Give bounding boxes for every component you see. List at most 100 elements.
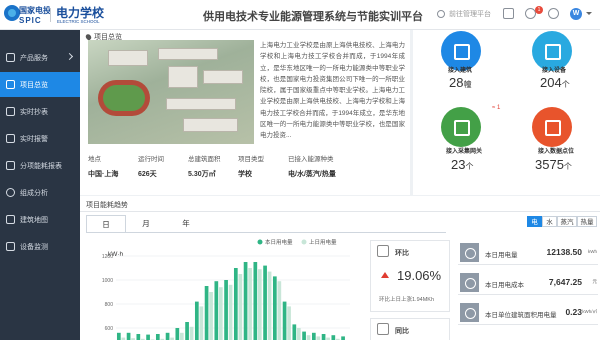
metric-label: 本日用电量	[485, 252, 518, 259]
bar-today	[341, 336, 345, 340]
bar-today	[126, 332, 131, 340]
data-point-icon[interactable]	[532, 107, 572, 147]
stat-project-type: 项目类型 学校	[238, 153, 264, 179]
card-value: 204个	[540, 75, 570, 90]
sidebar-item-device-monitor[interactable]: 设备监测	[0, 234, 80, 259]
chat-icon[interactable]	[548, 8, 559, 19]
legend-label-today: 本日用电量	[265, 238, 293, 246]
bar-today	[321, 334, 326, 340]
gateway-alarm-indicator[interactable]: ≈ 1	[492, 105, 500, 111]
lightning-icon	[460, 243, 479, 262]
bar-today	[155, 334, 160, 340]
arrow-right-circle-icon	[437, 10, 445, 18]
stat-value: 中国·上海	[88, 171, 119, 178]
stat-value: 626天	[138, 171, 157, 178]
bar-today	[253, 262, 258, 340]
card-label: 接入数据点位	[538, 149, 575, 155]
bar-today	[302, 331, 306, 340]
metric-label: 本日单位建筑面积用电量	[485, 312, 557, 319]
sidebar-item-label: 组成分析	[20, 189, 48, 197]
tab-year[interactable]: 年	[166, 215, 206, 232]
stat-label: 总建筑面积	[188, 156, 221, 163]
compare-sub: 环比上日上涨1.94MKh	[379, 297, 435, 303]
card-value: 3575个	[535, 157, 572, 172]
bar-today	[175, 328, 180, 340]
y-tick-label: 600	[105, 326, 114, 332]
legend-swatch-today	[257, 239, 263, 245]
goto-admin-label: 前往管理平台	[449, 11, 491, 18]
stat-energy-types: 已接入能源种类 电/水/蒸汽/热量	[288, 153, 336, 179]
stat-building-area: 总建筑面积 5.30万㎡	[188, 153, 221, 179]
energy-type-water[interactable]: 水	[542, 216, 557, 227]
bar-yesterday	[218, 287, 223, 340]
bar-yesterday	[179, 332, 184, 340]
chevron-down-icon[interactable]	[586, 12, 592, 15]
bar-today	[224, 280, 228, 340]
tab-day[interactable]: 日	[86, 215, 126, 232]
bar-yesterday	[228, 284, 233, 340]
card-value: 23个	[451, 157, 474, 172]
bar-today	[282, 301, 287, 340]
platform-title: 供用电技术专业能源管理系统与节能实训平台	[203, 11, 423, 23]
stat-location: 地点 中国·上海	[88, 153, 118, 179]
metric-unit: kWh/㎡	[582, 309, 597, 314]
alarm-count: 1	[496, 105, 501, 111]
chevron-right-icon	[65, 52, 74, 61]
notification-badge: 1	[535, 6, 543, 14]
energy-type-electric[interactable]: 电	[527, 216, 542, 227]
access-stats-cards: 接入建筑 28幢 接入设备 204个 接入采集网关 23个 接入数据点位 357…	[413, 30, 600, 195]
metric-value: 12138.50	[546, 247, 582, 257]
chart-icon	[377, 245, 389, 257]
sidebar-item-label: 产品服务	[20, 54, 48, 62]
sidebar-item-label: 分项能耗报表	[20, 162, 62, 170]
energy-trend-panel: 项目能耗趋势 日 月 年 电 水 蒸汽 热量 kW·h 1200 1000 800 60…	[80, 196, 600, 340]
energy-type-heat[interactable]: 热量	[577, 216, 597, 227]
home-icon	[6, 80, 15, 89]
y-tick-label: 1000	[102, 278, 113, 284]
goto-admin-link[interactable]: 前往管理平台	[437, 9, 491, 19]
building	[183, 118, 238, 132]
logo-text-en: SPIC	[19, 16, 42, 25]
school-description: 上海电力工业学校是由原上海供电技校、上海电力学校和上海电力技工学校合并而成，于1…	[260, 42, 405, 140]
cube-icon[interactable]	[503, 8, 514, 19]
sidebar-item-project-overview[interactable]: 项目总览	[0, 72, 80, 97]
energy-type-steam[interactable]: 蒸汽	[557, 216, 577, 227]
user-avatar[interactable]: W	[570, 8, 582, 20]
bar-yesterday	[316, 336, 321, 340]
bar-today	[292, 324, 297, 340]
campus-aerial-image	[88, 40, 254, 144]
tab-underline	[86, 232, 446, 233]
arrow-up-icon	[381, 272, 389, 278]
sidebar-item-realtime-meter[interactable]: 实时抄表	[0, 99, 80, 124]
y-tick-label: 1200	[102, 254, 113, 260]
stat-value: 学校	[238, 171, 252, 178]
bar-today	[136, 334, 141, 340]
report-icon	[6, 161, 15, 170]
bar-today	[233, 268, 238, 340]
tab-month[interactable]: 月	[126, 215, 166, 232]
card-label: 接入采集网关	[446, 149, 483, 155]
metric-unit: 元	[592, 279, 598, 284]
bar-today	[116, 332, 121, 340]
card-label: 接入设备	[542, 68, 567, 74]
bar-today	[243, 262, 248, 340]
building	[166, 98, 236, 110]
metric-daily-cost: 本日用电成本 7,647.25 元	[458, 270, 598, 295]
compare-title: 同比	[395, 328, 409, 335]
sidebar: 产品服务 项目总览 实时抄表 实时报警 分项能耗报表 组成分析 建筑地图 设备监…	[0, 30, 80, 340]
wifi-alert-icon: ≈	[492, 105, 496, 111]
chart-icon	[377, 323, 389, 335]
gateway-icon[interactable]	[441, 107, 481, 147]
sidebar-item-label: 项目总览	[20, 81, 48, 89]
sidebar-item-composition-analysis[interactable]: 组成分析	[0, 180, 80, 205]
sidebar-item-building-map[interactable]: 建筑地图	[0, 207, 80, 232]
metric-unit: kWh	[588, 249, 597, 254]
sidebar-item-product-service[interactable]: 产品服务	[0, 45, 80, 70]
bar-yesterday	[277, 281, 282, 340]
bar-today	[194, 301, 199, 340]
legend-swatch-yesterday	[301, 239, 307, 245]
bar-today	[165, 332, 170, 340]
sidebar-item-energy-report[interactable]: 分项能耗报表	[0, 153, 80, 178]
top-header: 国家电投 SPIC 电力学校 ELECTRIC SCHOOL 供用电技术专业能源…	[0, 0, 600, 30]
sidebar-item-realtime-alarm[interactable]: 实时报警	[0, 126, 80, 151]
